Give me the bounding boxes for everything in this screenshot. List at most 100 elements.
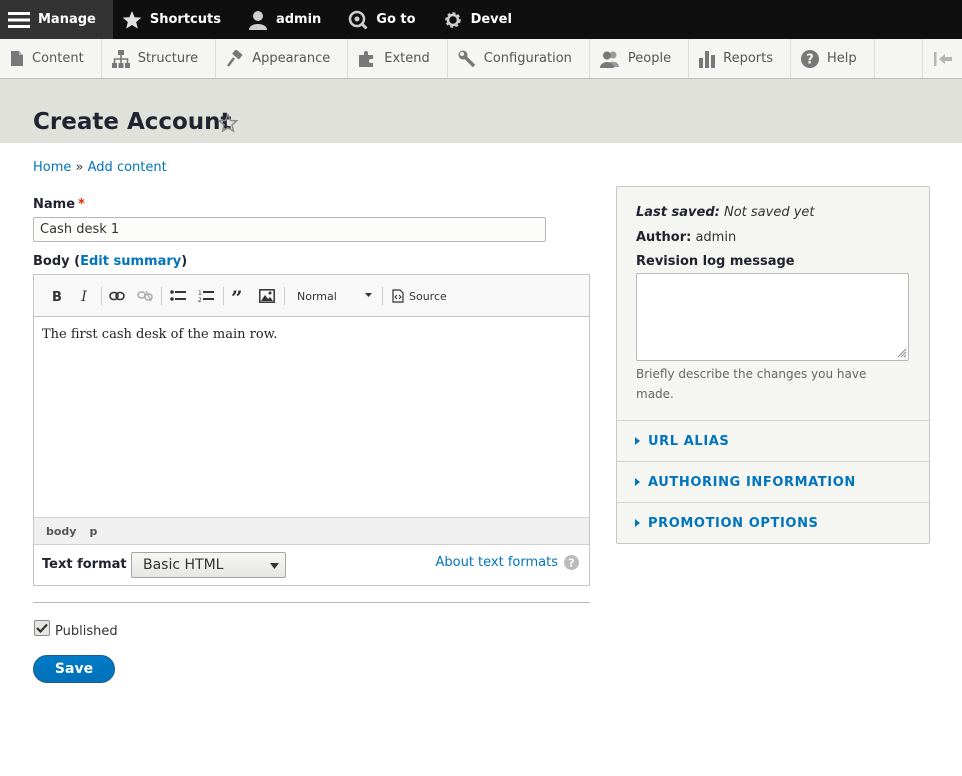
tray-item-help[interactable]: ? Help [791, 39, 875, 78]
link-button[interactable] [108, 286, 126, 306]
svg-text:”: ” [231, 290, 243, 302]
image-button[interactable] [258, 286, 276, 306]
revision-log-help: Briefly describe the changes you have ma… [636, 367, 867, 401]
editor-content-area[interactable]: The first cash desk of the main row. [42, 327, 582, 342]
image-icon [259, 289, 275, 303]
triangle-right-icon [635, 519, 640, 527]
unlink-button[interactable] [136, 286, 154, 306]
wrench-icon [458, 50, 475, 67]
page-title: Create Account [33, 109, 232, 135]
toolbar-goto-label: Go to [376, 12, 416, 27]
name-label: Name * [33, 197, 85, 212]
bar-chart-icon [699, 50, 716, 68]
form-divider [33, 602, 590, 603]
details-summary: PROMOTION OPTIONS [648, 515, 819, 531]
bold-icon: B [52, 290, 62, 303]
promotion-options-details[interactable]: PROMOTION OPTIONS [617, 502, 929, 543]
path-element-p[interactable]: p [89, 525, 97, 538]
text-format-value: Basic HTML [143, 557, 224, 573]
tray-item-label: Content [32, 51, 84, 66]
toolbar-devel-label: Devel [470, 12, 512, 27]
numbered-list-button[interactable]: 12 [197, 286, 215, 306]
source-button[interactable]: Source [392, 285, 447, 307]
help-icon: ? [564, 555, 579, 570]
entity-meta-sidebar: Last saved: Not saved yet Author: admin … [616, 186, 930, 544]
tray-item-people[interactable]: People [590, 39, 690, 78]
toolbar-separator [382, 287, 383, 305]
puzzle-icon [359, 50, 374, 67]
toolbar-devel[interactable]: Devel [434, 0, 530, 39]
tray-item-label: Extend [384, 51, 430, 66]
breadcrumb-separator: » [75, 160, 84, 175]
author-label: Author: [636, 230, 692, 245]
blockquote-button[interactable]: ” [230, 286, 248, 306]
toolbar-separator [284, 287, 285, 305]
revision-log-label: Revision log message [636, 254, 795, 269]
toolbar-separator [161, 287, 162, 305]
details-summary: URL ALIAS [648, 433, 730, 449]
format-value: Normal [297, 289, 337, 303]
tray-item-label: Help [827, 51, 857, 66]
toolbar-separator [223, 287, 224, 305]
toolbar-user[interactable]: admin [239, 0, 339, 39]
tray-item-content[interactable]: Content [0, 39, 102, 78]
tray-item-label: Configuration [483, 51, 572, 66]
svg-text:2: 2 [198, 297, 202, 303]
revision-log-textarea[interactable] [636, 273, 909, 361]
edit-summary-link[interactable]: Edit summary [80, 254, 181, 269]
toolbar-goto[interactable]: Go to [339, 0, 433, 39]
tray-item-extend[interactable]: Extend [348, 39, 448, 78]
author-value: admin [695, 230, 737, 245]
svg-text:?: ? [568, 557, 574, 570]
toolbar-manage-label: Manage [38, 12, 96, 27]
about-text-formats-link[interactable]: About text formats ? [435, 555, 579, 570]
shortcut-star-icon[interactable] [218, 113, 238, 133]
quote-icon: ” [231, 290, 243, 302]
unlink-icon [137, 290, 153, 302]
toolbar-shortcuts-label: Shortcuts [149, 12, 221, 27]
authoring-information-details[interactable]: AUTHORING INFORMATION [617, 461, 929, 502]
search-icon [349, 10, 368, 30]
details-summary: AUTHORING INFORMATION [648, 474, 856, 490]
tray-item-structure[interactable]: Structure [102, 39, 217, 78]
breadcrumb-add-content-link[interactable]: Add content [88, 160, 167, 175]
toolbar-shortcuts[interactable]: Shortcuts [113, 0, 239, 39]
sitemap-icon [111, 49, 130, 68]
bulleted-list-icon [170, 290, 186, 301]
body-label: Body (Edit summary) [33, 254, 187, 269]
toolbar-user-label: admin [275, 12, 322, 27]
name-input[interactable] [33, 217, 546, 242]
svg-text:B: B [52, 290, 62, 303]
source-label: Source [409, 289, 447, 303]
breadcrumb-home-link[interactable]: Home [33, 160, 71, 175]
text-format-select[interactable]: Basic HTML [131, 552, 286, 578]
tray-item-appearance[interactable]: Appearance [216, 39, 349, 78]
file-icon [11, 51, 23, 66]
url-alias-details[interactable]: URL ALIAS [617, 420, 929, 461]
published-checkbox[interactable] [34, 620, 50, 636]
resize-grip-icon[interactable] [897, 348, 907, 358]
italic-button[interactable]: I [75, 286, 93, 306]
editor-element-path: body p [34, 517, 589, 545]
admin-toolbar: Manage Shortcuts admin Go to Devel [0, 0, 962, 39]
bulleted-list-button[interactable] [169, 286, 187, 306]
tray-item-label: People [627, 51, 672, 66]
breadcrumb: Home » Add content [33, 160, 167, 175]
tray-item-configuration[interactable]: Configuration [448, 39, 590, 78]
body-paren-close: ) [181, 254, 188, 269]
gear-icon [444, 11, 461, 28]
link-icon [109, 291, 125, 301]
chevron-down-icon [365, 293, 372, 297]
path-element-body[interactable]: body [46, 525, 76, 538]
name-label-text: Name [33, 197, 76, 212]
save-button[interactable]: Save [33, 655, 115, 683]
checkmark-icon [36, 623, 48, 633]
format-dropdown[interactable]: Normal [290, 285, 378, 307]
tray-item-reports[interactable]: Reports [689, 39, 791, 78]
chevron-down-icon [270, 563, 279, 569]
admin-tray: Content Structure Appearance Extend Conf… [0, 39, 962, 79]
bold-button[interactable]: B [48, 286, 66, 306]
tray-orientation-toggle[interactable] [922, 39, 962, 78]
toolbar-manage[interactable]: Manage [0, 0, 113, 39]
paintbrush-icon [227, 49, 243, 67]
